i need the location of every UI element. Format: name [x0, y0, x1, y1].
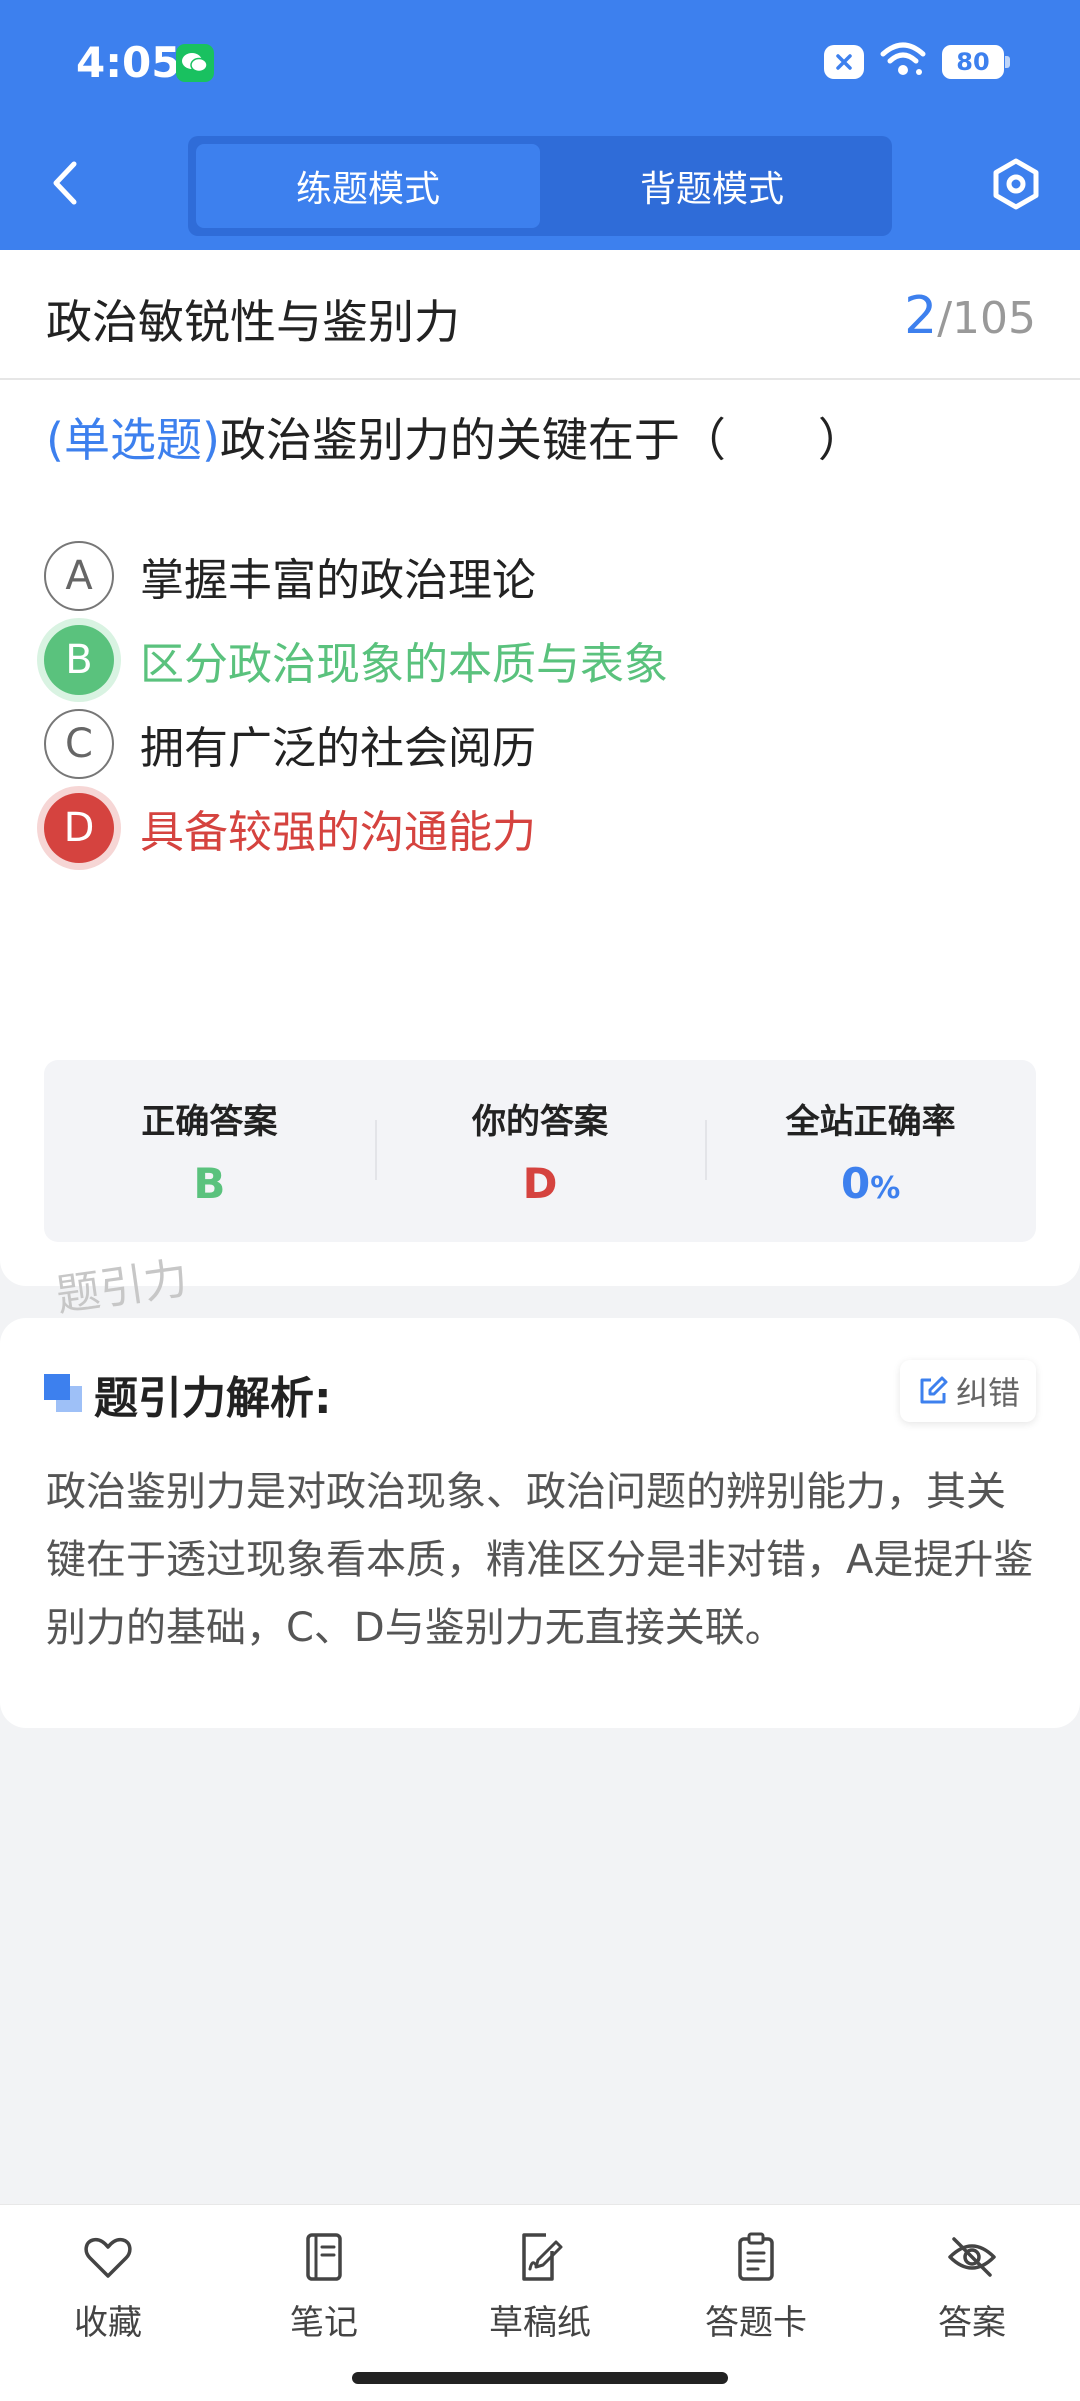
option-text: 拥有广泛的社会阅历	[140, 723, 536, 774]
option-a[interactable]: A 掌握丰富的政治理论	[44, 536, 1034, 616]
option-text: 具备较强的沟通能力	[140, 807, 536, 858]
total-questions: /105	[937, 293, 1036, 344]
question-stem: (单选题)政治鉴别力的关键在于（ ）	[46, 405, 1036, 475]
show-answer-button[interactable]: 答案	[864, 2205, 1080, 2401]
mode-switch: 练题模式 背题模式	[188, 136, 892, 236]
answer-summary: 正确答案 B 你的答案 D 全站正确率 0%	[44, 1060, 1036, 1242]
option-b[interactable]: B 区分政治现象的本质与表象	[44, 620, 1034, 700]
status-time: 4:05	[76, 38, 181, 87]
battery-icon: 80	[942, 45, 1010, 79]
accuracy-rate-unit: %	[870, 1171, 901, 1206]
option-letter: A	[44, 541, 114, 611]
report-error-button[interactable]: 纠错	[900, 1360, 1036, 1422]
option-letter: D	[44, 793, 114, 863]
option-text: 掌握丰富的政治理论	[140, 555, 536, 606]
accuracy-rate-value: 0%	[841, 1159, 900, 1208]
show-answer-label: 答案	[938, 2303, 1006, 2343]
analysis-title: 题引力解析:	[94, 1373, 332, 1424]
accuracy-rate-col: 全站正确率 0%	[705, 1060, 1036, 1242]
accuracy-rate-label: 全站正确率	[785, 1102, 956, 1142]
settings-icon[interactable]	[988, 156, 1044, 212]
report-error-label: 纠错	[955, 1374, 1020, 1412]
favorite-label: 收藏	[74, 2303, 142, 2343]
notebook-icon	[306, 2233, 342, 2281]
home-indicator[interactable]	[352, 2372, 728, 2384]
close-notification-icon	[824, 45, 864, 79]
option-c[interactable]: C 拥有广泛的社会阅历	[44, 704, 1034, 784]
your-answer-value: D	[522, 1159, 558, 1208]
top-bar: 4:05 80 练题模式 背题模式	[0, 0, 1080, 250]
draft-paper-label: 草稿纸	[489, 2303, 591, 2343]
correct-answer-value: B	[193, 1159, 226, 1208]
back-button[interactable]	[40, 158, 90, 208]
heart-icon	[84, 2237, 132, 2278]
correct-answer-label: 正确答案	[141, 1102, 278, 1142]
answer-card-label: 答题卡	[705, 2303, 807, 2343]
edit-icon	[920, 1376, 948, 1404]
answer-card-icon	[738, 2232, 774, 2281]
draft-icon	[522, 2233, 563, 2281]
option-text: 区分政治现象的本质与表象	[140, 639, 668, 690]
tab-memorize-mode[interactable]: 背题模式	[540, 144, 884, 228]
question-progress: 2/105	[904, 286, 1036, 346]
section-title: 政治敏锐性与鉴别力	[46, 295, 460, 349]
option-letter: B	[44, 625, 114, 695]
tab-practice-mode[interactable]: 练题模式	[196, 144, 540, 228]
option-letter: C	[44, 709, 114, 779]
eye-off-icon	[948, 2237, 996, 2277]
current-question-number: 2	[904, 286, 938, 346]
wechat-notification-icon	[176, 44, 214, 82]
option-d[interactable]: D 具备较强的沟通能力	[44, 788, 1034, 868]
question-text: 政治鉴别力的关键在于（ ）	[219, 413, 864, 467]
section-header: 政治敏锐性与鉴别力 2/105	[0, 250, 1080, 380]
accuracy-rate-number: 0	[841, 1159, 871, 1208]
analysis-card: 题引力解析: 纠错 政治鉴别力是对政治现象、政治问题的辨别能力，其关键在于透过现…	[0, 1318, 1080, 1728]
your-answer-label: 你的答案	[472, 1102, 608, 1142]
question-card: 政治敏锐性与鉴别力 2/105 (单选题)政治鉴别力的关键在于（ ） A 掌握丰…	[0, 250, 1080, 1286]
question-type: (单选题)	[46, 413, 220, 467]
favorite-button[interactable]: 收藏	[0, 2205, 216, 2401]
wifi-icon	[880, 42, 926, 82]
your-answer-col: 你的答案 D	[374, 1060, 706, 1242]
status-icons: 80	[824, 42, 1010, 82]
analysis-text: 政治鉴别力是对政治现象、政治问题的辨别能力，其关键在于透过现象看本质，精准区分是…	[46, 1469, 1034, 1651]
notes-label: 笔记	[290, 2303, 358, 2343]
analysis-icon	[44, 1374, 84, 1414]
correct-answer-col: 正确答案 B	[44, 1060, 375, 1242]
